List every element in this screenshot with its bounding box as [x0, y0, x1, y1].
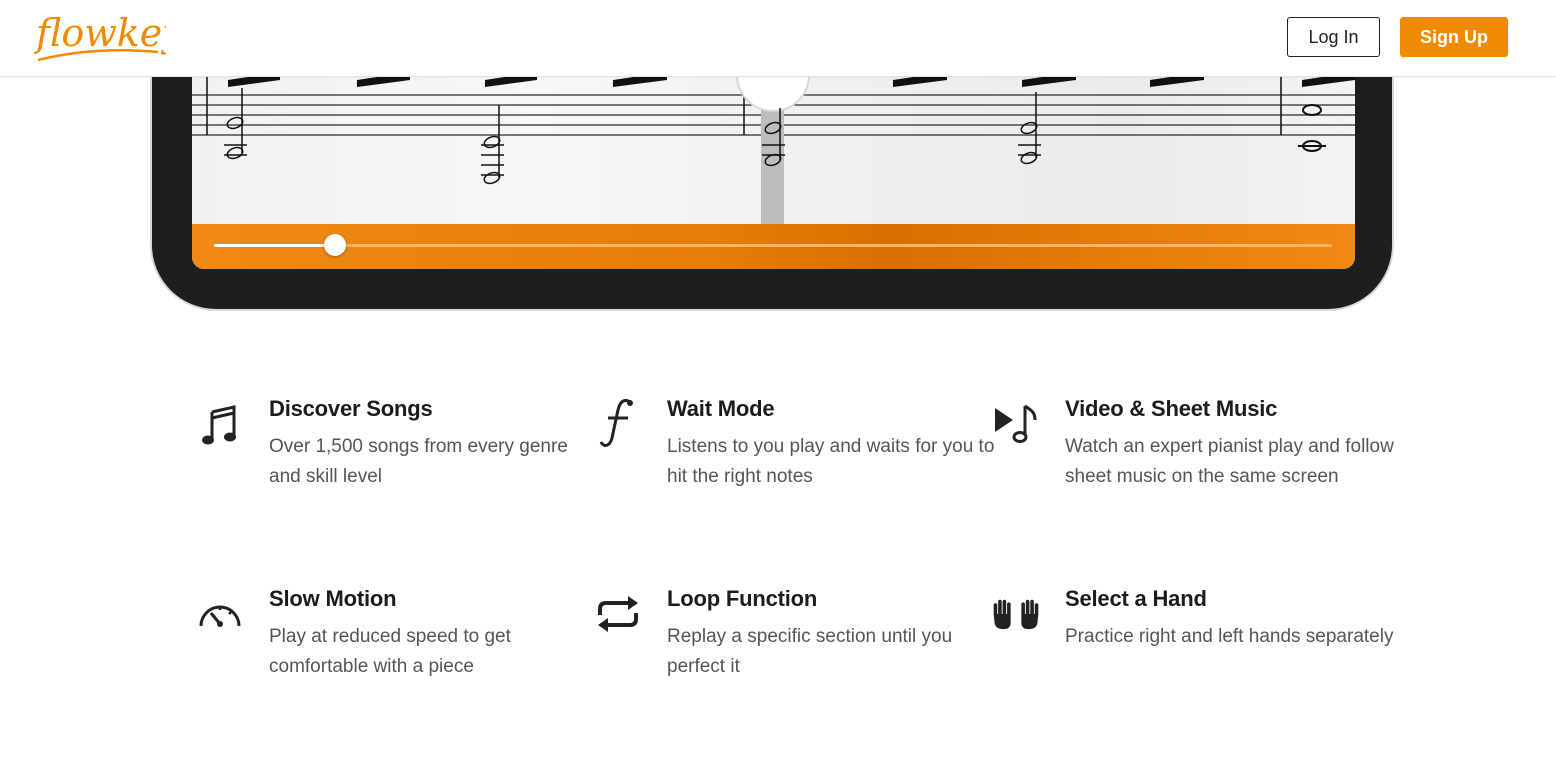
site-header: flowkey Log In Sign Up [0, 0, 1556, 77]
feature-discover-songs: Discover Songs Over 1,500 songs from eve… [202, 395, 599, 492]
feature-description: Listens to you play and waits for you to… [667, 436, 995, 487]
video-sheet-icon [991, 399, 1041, 449]
progress-slider-handle[interactable] [323, 234, 346, 256]
feature-description: Over 1,500 songs from every genre and sk… [269, 436, 568, 487]
hands-icon [991, 589, 1041, 639]
speedometer-icon [195, 589, 245, 639]
feature-description: Watch an expert pianist play and follow … [1065, 436, 1394, 487]
feature-title: Discover Songs [269, 396, 433, 421]
music-note-icon [195, 399, 245, 449]
feature-description: Replay a specific section until you perf… [667, 626, 953, 677]
feature-title: Slow Motion [269, 586, 397, 611]
feature-wait-mode: Wait Mode Listens to you play and waits … [599, 395, 997, 492]
login-button[interactable]: Log In [1287, 17, 1380, 57]
progress-track[interactable] [214, 234, 1332, 256]
feature-title: Select a Hand [1065, 586, 1207, 611]
flowkey-logo[interactable]: flowkey [33, 6, 184, 69]
feature-loop-function: Loop Function Replay a specific section … [598, 585, 997, 682]
feature-slow-motion: Slow Motion Play at reduced speed to get… [199, 585, 599, 682]
feature-select-hand: Select a Hand Practice right and left ha… [993, 585, 1395, 652]
feature-description: Practice right and left hands separately [1065, 626, 1394, 647]
progress-fill [214, 244, 335, 247]
forte-icon [593, 398, 643, 449]
feature-video-sheet-music: Video & Sheet Music Watch an expert pian… [995, 395, 1395, 492]
feature-title: Loop Function [667, 586, 818, 611]
playback-bar [192, 224, 1355, 269]
logo-wordmark: flowkey [34, 11, 166, 55]
loop-icon [593, 589, 643, 639]
feature-description: Play at reduced speed to get comfortable… [269, 626, 511, 677]
feature-title: Video & Sheet Music [1065, 396, 1278, 421]
feature-title: Wait Mode [667, 396, 775, 421]
signup-button[interactable]: Sign Up [1400, 17, 1508, 57]
